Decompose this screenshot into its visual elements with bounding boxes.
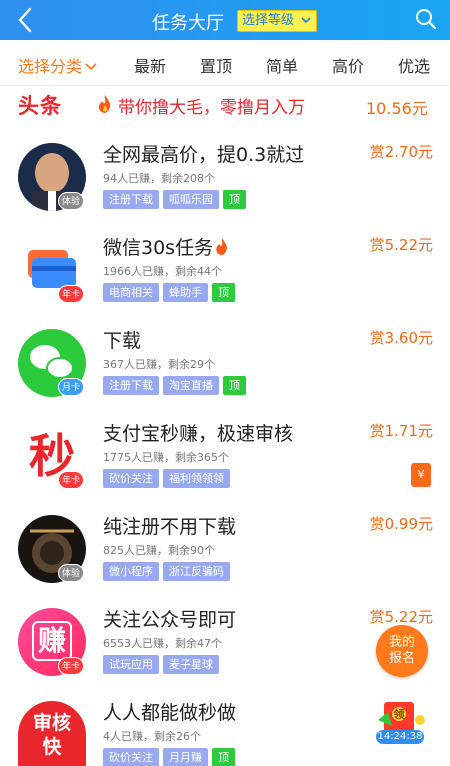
- page-title: 任务大厅: [152, 13, 224, 34]
- task-tag: 注册下载: [103, 190, 159, 209]
- task-tag: 试玩应用: [103, 655, 159, 674]
- red-envelope-icon: ¥: [417, 468, 425, 481]
- task-tag: 砍价关注: [103, 469, 159, 488]
- back-icon[interactable]: [14, 6, 38, 34]
- membership-badge: 年卡: [58, 285, 84, 303]
- headline-banner[interactable]: 头条 带你撸大毛，零撸月入万 10.56元: [0, 86, 450, 126]
- task-tag: 注册下载: [103, 376, 159, 395]
- pinned-tag: 顶: [223, 376, 246, 395]
- task-reward: 赏0.99元: [369, 515, 433, 533]
- task-tag: 浙江反骗码: [163, 562, 230, 581]
- membership-badge: 年卡: [58, 657, 84, 675]
- task-tags: 砍价关注 月月赚顶: [103, 746, 239, 766]
- headline-logo: 头条: [18, 94, 62, 118]
- task-row[interactable]: 体验 全网最高价，提0.3就过 94人已赚，剩余208个 注册下载 呱呱乐园顶 赏…: [0, 140, 450, 233]
- task-meta: 6553人已赚，剩余47个: [103, 637, 222, 650]
- membership-badge: 年卡: [58, 471, 84, 489]
- top-bar: 任务大厅 选择等级: [0, 0, 450, 40]
- task-row[interactable]: 年卡 微信30s任务 1966人已赚，剩余44个 电商相关 蜂助手顶 赏5.22元: [0, 233, 450, 326]
- task-row[interactable]: 月卡 下载 367人已赚，剩余29个 注册下载 淘宝直播顶 赏3.60元: [0, 326, 450, 419]
- avatar-glyph: 审核快: [32, 712, 71, 758]
- headline-text: 带你撸大毛，零撸月入万: [118, 98, 305, 118]
- task-tag: 月月赚: [163, 748, 208, 766]
- avatar-glyph: 赚: [32, 621, 72, 661]
- task-tag: 电商相关: [103, 283, 159, 302]
- chevron-down-icon: [301, 17, 311, 24]
- task-title: 支付宝秒赚，极速审核: [103, 423, 294, 445]
- select-category-filter[interactable]: 选择分类: [18, 53, 97, 77]
- task-reward: 赏1.71元: [369, 422, 433, 440]
- select-category-label: 选择分类: [18, 57, 83, 76]
- task-reward: 赏5.22元: [369, 236, 433, 254]
- headline-amount: 10.56元: [366, 99, 428, 118]
- task-meta: 4人已赚，剩余26个: [103, 730, 201, 743]
- filter-pinned[interactable]: 置顶: [200, 53, 232, 77]
- task-meta: 1966人已赚，剩余44个: [103, 265, 222, 278]
- task-meta: 825人已赚，剩余90个: [103, 544, 215, 557]
- task-title: 纯注册不用下载: [103, 516, 237, 538]
- task-title: 全网最高价，提0.3就过: [103, 144, 305, 166]
- task-reward: 赏2.70元: [369, 143, 433, 161]
- task-tag: 微小程序: [103, 562, 159, 581]
- membership-badge: 体验: [58, 564, 84, 582]
- task-tags: 电商相关 蜂助手顶: [103, 281, 239, 302]
- red-envelope-button[interactable]: ¥: [411, 463, 431, 487]
- task-title: 微信30s任务: [103, 233, 229, 260]
- filter-simple[interactable]: 简单: [266, 53, 298, 77]
- select-level-label: 选择等级: [242, 13, 295, 28]
- task-meta: 1775人已赚，剩余365个: [103, 451, 229, 464]
- task-row[interactable]: 体验 纯注册不用下载 825人已赚，剩余90个 微小程序 浙江反骗码 赏0.99元: [0, 512, 450, 605]
- task-title-text: 微信30s任务: [103, 237, 214, 259]
- pinned-tag: 顶: [223, 190, 246, 209]
- filter-high-price[interactable]: 高价: [332, 53, 364, 77]
- pinned-tag: 顶: [212, 283, 235, 302]
- task-tag: 蜂助手: [163, 283, 208, 302]
- task-tags: 砍价关注 福利领领领: [103, 467, 234, 488]
- task-tags: 注册下载 淘宝直播顶: [103, 374, 250, 395]
- task-title: 关注公众号即可: [103, 609, 237, 631]
- task-tags: 微小程序 浙江反骗码: [103, 560, 234, 581]
- search-icon[interactable]: [414, 7, 438, 31]
- fire-icon: [99, 95, 111, 113]
- membership-badge: 月卡: [58, 378, 84, 396]
- task-title: 下载: [103, 330, 142, 352]
- task-tags: 试玩应用 麦子星球: [103, 653, 223, 674]
- task-tag: 呱呱乐园: [163, 190, 219, 209]
- task-tag: 麦子星球: [163, 655, 219, 674]
- filter-latest[interactable]: 最新: [134, 53, 166, 77]
- task-avatar: 审核快: [18, 701, 86, 766]
- task-reward: 赏3.60元: [369, 329, 433, 347]
- task-meta: 367人已赚，剩余29个: [103, 358, 215, 371]
- chevron-down-icon: [85, 63, 97, 71]
- task-tags: 注册下载 呱呱乐园顶: [103, 188, 250, 209]
- pinned-tag: 顶: [212, 748, 235, 766]
- task-tag: 福利领领领: [163, 469, 230, 488]
- select-level-button[interactable]: 选择等级: [237, 10, 318, 32]
- filter-preferred[interactable]: 优选: [398, 53, 430, 77]
- task-reward: 赏5.22元: [369, 608, 433, 626]
- gift-label: 领: [393, 708, 405, 721]
- task-title: 人人都能做秒做: [103, 702, 237, 724]
- membership-badge: 体验: [58, 192, 84, 210]
- my-report-label: 我的报名: [388, 635, 415, 666]
- gift-countdown: 14:24:38: [376, 730, 424, 744]
- my-report-button[interactable]: 我的报名: [376, 625, 428, 677]
- task-tag: 淘宝直播: [163, 376, 219, 395]
- fire-icon: [216, 237, 227, 256]
- task-row[interactable]: 秒 年卡 支付宝秒赚，极速审核 1775人已赚，剩余365个 砍价关注 福利领领领…: [0, 419, 450, 512]
- task-meta: 94人已赚，剩余208个: [103, 172, 215, 185]
- filter-bar: 选择分类 最新 置顶 简单 高价 优选: [0, 40, 450, 86]
- task-tag: 砍价关注: [103, 748, 159, 766]
